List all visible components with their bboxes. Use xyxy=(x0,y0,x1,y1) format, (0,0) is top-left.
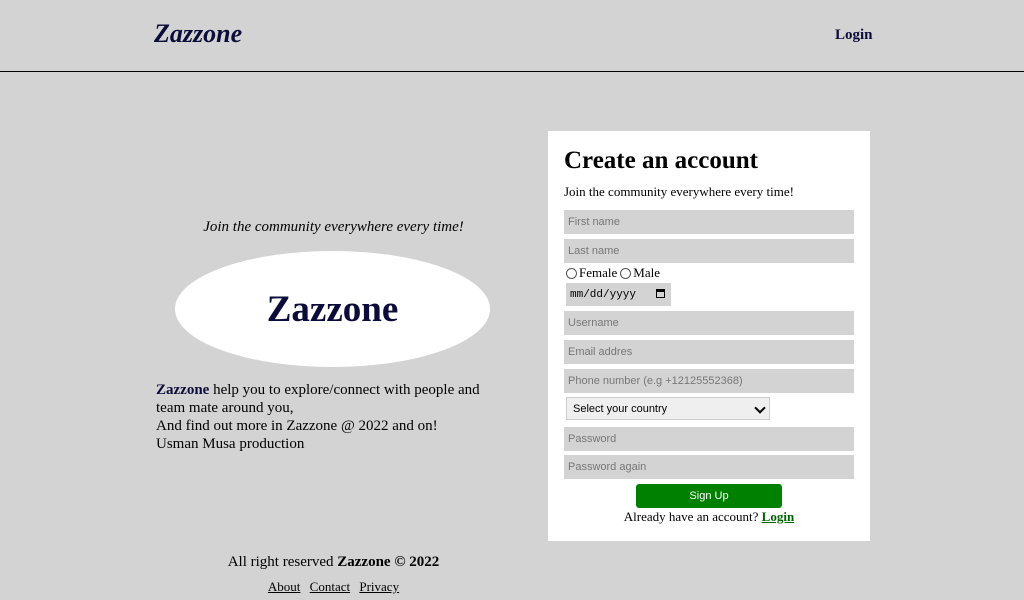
signup-login-link[interactable]: Login xyxy=(762,509,795,524)
footer-rights-text: All right reserved xyxy=(227,554,338,570)
footer-brand: Zazzone © 2022 xyxy=(337,554,440,570)
hero-line3: Usman Musa production xyxy=(156,436,305,452)
male-radio[interactable] xyxy=(620,267,632,279)
hero-description: Zazzone help you to explore/connect with… xyxy=(156,381,511,453)
hero-logo-oval: Zazzone xyxy=(175,251,490,367)
birthdate-input[interactable]: mm/dd/yyyy xyxy=(566,283,671,306)
password-input[interactable] xyxy=(564,427,854,451)
have-account-text: Already have an account? Login xyxy=(548,509,870,525)
signup-button[interactable]: Sign Up xyxy=(636,484,782,508)
hero-brand: Zazzone xyxy=(156,382,210,398)
email-input[interactable] xyxy=(564,340,854,364)
male-label: Male xyxy=(633,265,660,280)
chevron-down-icon xyxy=(754,402,766,414)
top-header: Zazzone Login xyxy=(0,0,1024,72)
signup-title: Create an account xyxy=(564,147,758,174)
gender-radio-group: Female Male xyxy=(564,265,660,281)
footer-link-about[interactable]: About xyxy=(268,579,301,594)
female-label: Female xyxy=(579,265,618,280)
signup-card: Create an account Join the community eve… xyxy=(548,131,870,541)
footer-copyright: All right reserved Zazzone © 2022 xyxy=(156,554,511,571)
footer-links: About Contact Privacy xyxy=(156,579,511,595)
have-account-label: Already have an account? xyxy=(623,509,762,524)
footer-link-contact[interactable]: Contact xyxy=(310,579,350,594)
hero-line2: And find out more in Zazzone @ 2022 and … xyxy=(156,418,438,434)
footer-link-privacy[interactable]: Privacy xyxy=(359,579,399,594)
last-name-input[interactable] xyxy=(564,239,854,263)
birthdate-placeholder: mm/dd/yyyy xyxy=(570,288,637,301)
country-select[interactable]: Select your country xyxy=(566,397,770,420)
signup-subtitle: Join the community everywhere every time… xyxy=(564,184,794,199)
country-select-value: Select your country xyxy=(573,402,668,415)
username-input[interactable] xyxy=(564,311,854,335)
first-name-input[interactable] xyxy=(564,210,854,234)
calendar-icon[interactable] xyxy=(656,289,665,298)
hero-tagline: Join the community everywhere every time… xyxy=(203,219,464,235)
header-login-link[interactable]: Login xyxy=(835,27,873,44)
phone-input[interactable] xyxy=(564,369,854,393)
hero-logo-text: Zazzone xyxy=(266,288,399,330)
password-again-input[interactable] xyxy=(564,455,854,479)
female-radio[interactable] xyxy=(566,267,577,279)
brand-logo[interactable]: Zazzone xyxy=(154,19,242,49)
